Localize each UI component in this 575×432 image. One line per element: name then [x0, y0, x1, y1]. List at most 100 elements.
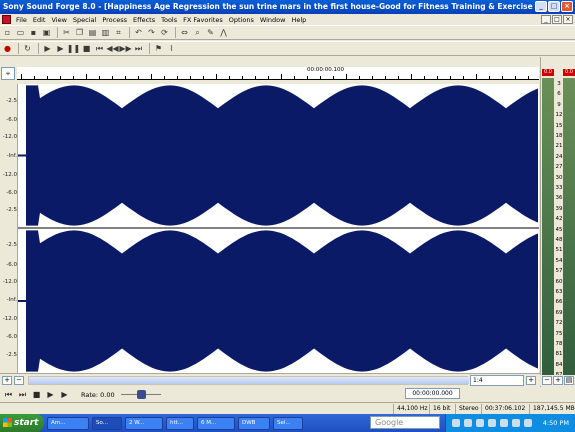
menu-edit[interactable]: Edit — [30, 16, 49, 24]
mix-icon[interactable]: ▥ — [100, 27, 111, 38]
redo-icon[interactable]: ↷ — [146, 27, 157, 38]
save-as-icon[interactable]: ▣ — [41, 27, 52, 38]
ruler-tick — [528, 76, 529, 79]
go-start-icon[interactable]: ⏮ — [3, 389, 14, 400]
ruler-tick — [411, 74, 412, 79]
ruler-tick — [229, 76, 230, 79]
play-all-icon[interactable]: ▶ — [42, 43, 53, 54]
taskbar-item[interactable]: So... — [92, 416, 122, 430]
forward-icon[interactable]: ▶▶ — [119, 43, 131, 54]
document-icon[interactable] — [2, 15, 11, 24]
waveform-display[interactable] — [18, 84, 539, 373]
tray-icon[interactable] — [488, 419, 496, 427]
ruler-options-icon[interactable]: ⌖ — [1, 67, 15, 80]
menu-view[interactable]: View — [48, 16, 69, 24]
menu-options[interactable]: Options — [226, 16, 257, 24]
bit-depth[interactable]: 16 bit — [429, 404, 455, 414]
toolbar-separator — [57, 27, 58, 38]
channels[interactable]: Stereo — [455, 404, 481, 414]
clock: 4:50 PM — [542, 419, 569, 427]
zoom-out-button[interactable]: − — [14, 376, 24, 385]
peak-left[interactable]: 0.0 — [542, 69, 554, 76]
zoom-in-time-button[interactable]: + — [526, 376, 536, 385]
magnify-tool-icon[interactable]: ⌕ — [192, 27, 203, 38]
taskbar-item[interactable]: Am... — [47, 416, 89, 430]
maximize-button[interactable]: □ — [548, 1, 560, 12]
region-icon[interactable]: ⌇ — [166, 43, 177, 54]
zoom-in-button[interactable]: + — [2, 376, 12, 385]
taskbar-item[interactable]: DWB — [238, 416, 270, 430]
google-search-box[interactable]: Google — [370, 416, 440, 429]
menu-process[interactable]: Process — [99, 16, 130, 24]
ruler-tick — [99, 76, 100, 79]
taskbar-item[interactable]: 2 W... — [125, 416, 163, 430]
go-end-icon[interactable]: ⏭ — [17, 389, 28, 400]
scroll-thumb[interactable] — [29, 377, 469, 384]
tray-icon[interactable] — [524, 419, 532, 427]
meter-options-button[interactable]: ▤ — [564, 376, 574, 385]
taskbar-item[interactable]: Sel... — [273, 416, 303, 430]
crop-icon[interactable]: ⌗ — [113, 27, 124, 38]
meter-scale-label: 51 — [555, 247, 563, 254]
db-label: -12.0 — [2, 172, 17, 178]
toolbar-separator — [38, 43, 39, 54]
paste-icon[interactable]: ▤ — [87, 27, 98, 38]
stop-icon[interactable]: ■ — [81, 43, 92, 54]
pencil-tool-icon[interactable]: ✎ — [205, 27, 216, 38]
meter-scale-label: 42 — [555, 216, 563, 223]
horizontal-scrollbar[interactable] — [28, 376, 469, 385]
stop-icon[interactable]: ■ — [31, 389, 42, 400]
save-icon[interactable]: ▪ — [28, 27, 39, 38]
rewind-icon[interactable]: ◀◀ — [106, 43, 118, 54]
menu-tools[interactable]: Tools — [158, 16, 180, 24]
meter-minus-button[interactable]: − — [542, 376, 552, 385]
tray-icon[interactable] — [452, 419, 460, 427]
repeat-icon[interactable]: ⟳ — [159, 27, 170, 38]
slider-thumb[interactable] — [136, 390, 146, 399]
meter-plus-button[interactable]: + — [553, 376, 563, 385]
time-ruler[interactable]: 00:00:00.100 — [17, 67, 539, 80]
go-end-icon[interactable]: ⏭ — [133, 43, 144, 54]
taskbar-item[interactable]: 6 M... — [197, 416, 235, 430]
record-icon[interactable]: ● — [2, 43, 13, 54]
taskbar-item[interactable]: htt... — [166, 416, 194, 430]
title-bar[interactable]: Sony Sound Forge 8.0 - [Happiness Age Re… — [0, 0, 575, 14]
tray-icon[interactable] — [512, 419, 520, 427]
edit-tool-icon[interactable]: ⇔ — [179, 27, 190, 38]
cut-icon[interactable]: ✂ — [61, 27, 72, 38]
menu-help[interactable]: Help — [288, 16, 309, 24]
start-button[interactable]: start — [0, 414, 44, 432]
ruler-tick — [190, 76, 191, 79]
menu-effects[interactable]: Effects — [130, 16, 158, 24]
doc-restore-button[interactable]: □ — [552, 15, 562, 24]
db-scale: -2.5 -6.0 -12.0 -Inf. -12.0 -6.0 -2.5 -2… — [0, 84, 18, 373]
play-icon[interactable]: ▶ — [55, 43, 66, 54]
envelope-tool-icon[interactable]: ⋀ — [218, 27, 229, 38]
ruler-tick — [34, 76, 35, 79]
tray-icon[interactable] — [476, 419, 484, 427]
sample-rate[interactable]: 44,100 Hz — [393, 404, 429, 414]
peak-right[interactable]: 0.0 — [563, 69, 575, 76]
doc-minimize-button[interactable]: _ — [541, 15, 551, 24]
play-icon[interactable]: ▶ — [45, 389, 56, 400]
loop-icon[interactable]: ↻ — [22, 43, 33, 54]
menu-window[interactable]: Window — [257, 16, 289, 24]
menu-file[interactable]: File — [13, 16, 30, 24]
play-normal-icon[interactable]: ▶ — [59, 389, 70, 400]
doc-close-button[interactable]: × — [563, 15, 573, 24]
menu-special[interactable]: Special — [70, 16, 99, 24]
tray-icon[interactable] — [464, 419, 472, 427]
tray-icon[interactable] — [500, 419, 508, 427]
open-icon[interactable]: ▭ — [15, 27, 26, 38]
marker-icon[interactable]: ⚑ — [153, 43, 164, 54]
menu-fx-favorites[interactable]: FX Favorites — [180, 16, 226, 24]
position-field[interactable]: 00:00:00.000 — [405, 388, 460, 399]
rate-slider[interactable] — [120, 389, 161, 400]
minimize-button[interactable]: _ — [535, 1, 547, 12]
undo-icon[interactable]: ↶ — [133, 27, 144, 38]
new-icon[interactable]: ▫ — [2, 27, 13, 38]
go-start-icon[interactable]: ⏮ — [94, 43, 105, 54]
copy-icon[interactable]: ❐ — [74, 27, 85, 38]
close-button[interactable]: × — [561, 1, 573, 12]
pause-icon[interactable]: ❚❚ — [67, 43, 80, 54]
